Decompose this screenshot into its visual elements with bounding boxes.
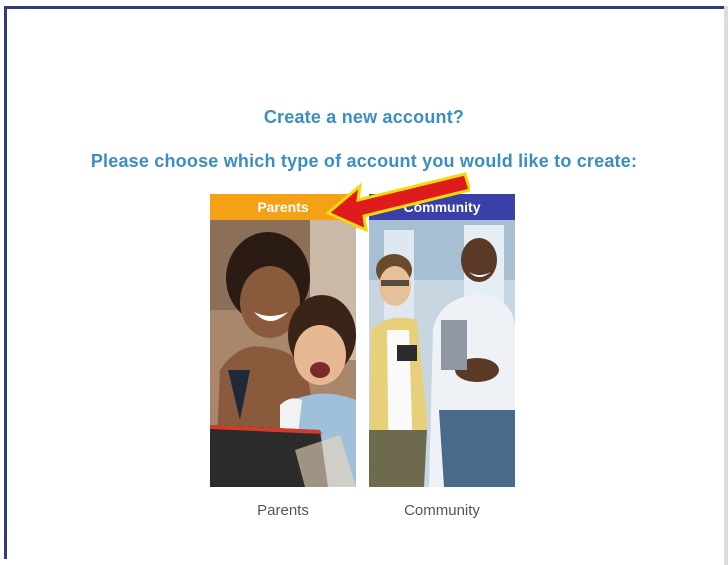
create-account-question: Create a new account? <box>263 107 465 127</box>
community-account-card[interactable]: Community <box>369 194 515 487</box>
community-photo <box>369 220 515 487</box>
parents-account-card[interactable]: Parents <box>210 194 356 487</box>
community-banner: Community <box>369 194 515 220</box>
page-frame-edge <box>724 6 728 565</box>
parents-photo <box>210 220 356 487</box>
parents-caption[interactable]: Parents <box>210 502 356 519</box>
account-type-instruction: Please choose which type of account you … <box>90 151 638 171</box>
community-caption[interactable]: Community <box>369 502 515 519</box>
parents-banner: Parents <box>210 194 356 220</box>
page-frame <box>4 6 724 559</box>
